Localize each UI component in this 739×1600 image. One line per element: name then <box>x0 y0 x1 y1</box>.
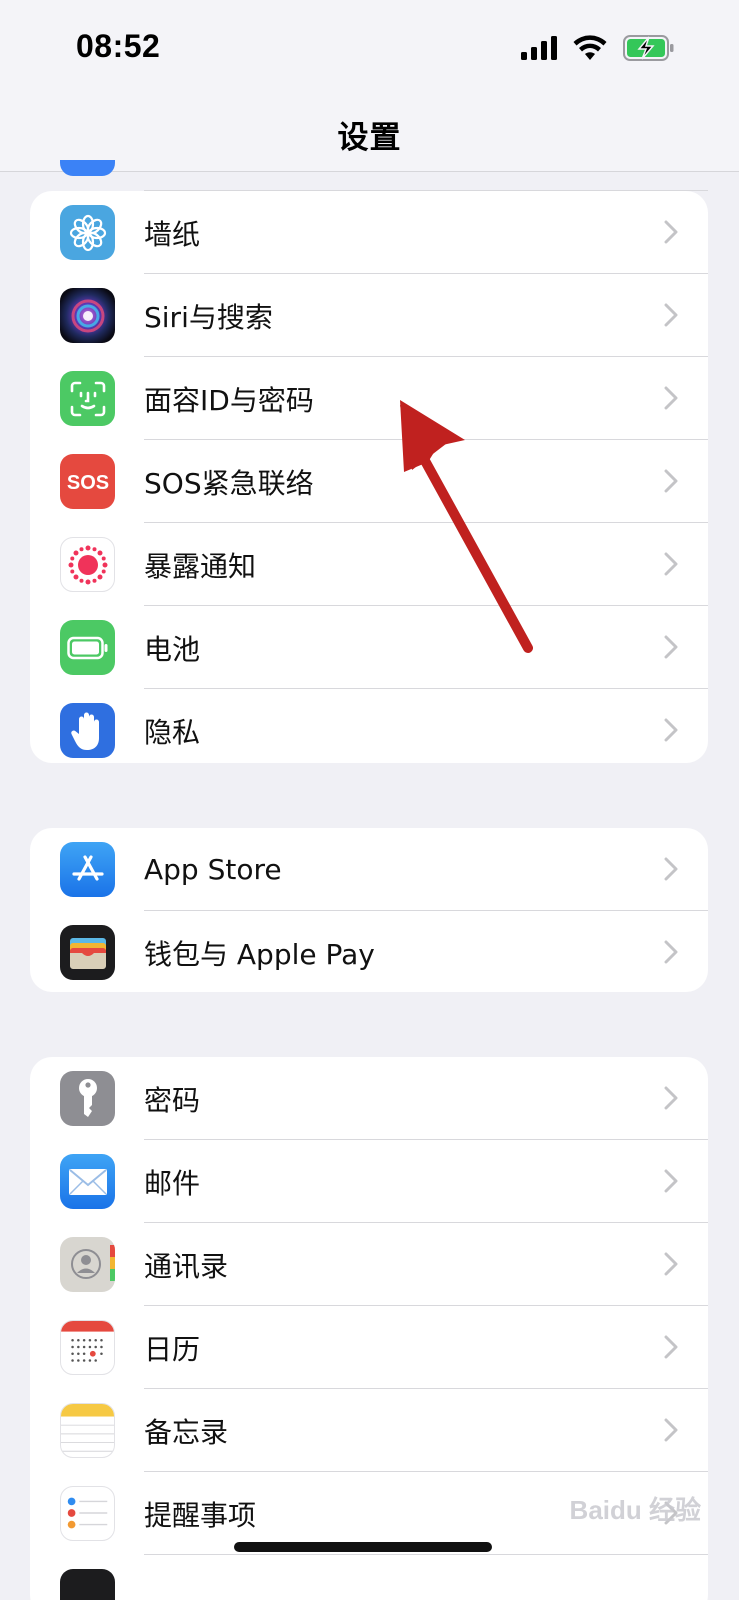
settings-row-label: Siri与搜索 <box>144 300 273 334</box>
settings-row-exposure-notifications[interactable]: 暴露通知 <box>30 523 708 606</box>
home-indicator[interactable] <box>234 1542 492 1552</box>
mail-icon <box>60 1154 115 1209</box>
chevron-right-icon <box>664 469 678 493</box>
chevron-right-icon <box>664 635 678 659</box>
settings-row-notes[interactable]: 备忘录 <box>30 1389 708 1472</box>
chevron-right-icon <box>664 1335 678 1359</box>
siri-icon <box>60 288 115 343</box>
reminders-icon <box>60 1486 115 1541</box>
settings-row-calendar[interactable]: 日历 <box>30 1306 708 1389</box>
contacts-icon <box>60 1237 115 1292</box>
app-store-icon <box>60 842 115 897</box>
chevron-right-icon <box>664 1086 678 1110</box>
battery-charging-icon <box>623 35 674 61</box>
notes-icon <box>60 1403 115 1458</box>
settings-row-wallpaper[interactable]: 墙纸 <box>30 191 708 274</box>
settings-row-label: 邮件 <box>144 1166 201 1200</box>
chevron-right-icon <box>664 386 678 410</box>
settings-row-siri[interactable]: Siri与搜索 <box>30 274 708 357</box>
svg-text:SOS: SOS <box>66 472 108 494</box>
calendar-icon <box>60 1320 115 1375</box>
settings-row-wallet[interactable]: 钱包与 Apple Pay <box>30 911 708 992</box>
page-title: 设置 <box>337 120 402 156</box>
settings-row-emergency-sos[interactable]: SOS SOS紧急联络 <box>30 440 708 523</box>
settings-row-label: 通讯录 <box>144 1249 229 1283</box>
settings-row-contacts[interactable]: 通讯录 <box>30 1223 708 1306</box>
settings-row-label: 面容ID与密码 <box>144 383 314 417</box>
partial-row-icon <box>60 160 115 176</box>
privacy-hand-icon <box>60 703 115 758</box>
chevron-right-icon <box>664 857 678 881</box>
chevron-right-icon <box>664 1169 678 1193</box>
key-icon <box>60 1071 115 1126</box>
chevron-right-icon <box>664 718 678 742</box>
chevron-right-icon <box>664 303 678 327</box>
chevron-right-icon <box>664 552 678 576</box>
chevron-right-icon <box>664 940 678 964</box>
settings-row-label: 日历 <box>144 1332 201 1366</box>
chevron-right-icon <box>664 1252 678 1276</box>
face-id-icon <box>60 371 115 426</box>
status-bar: 08:52 <box>0 0 739 100</box>
settings-row-face-id[interactable]: 面容ID与密码 <box>30 357 708 440</box>
cellular-signal-icon <box>521 36 557 60</box>
settings-row-label: App Store <box>144 853 282 886</box>
settings-row-label: 暴露通知 <box>144 549 257 583</box>
battery-icon <box>60 620 115 675</box>
settings-row-label: 墙纸 <box>144 217 201 251</box>
sos-icon: SOS <box>60 454 115 509</box>
partial-app-icon <box>60 1569 115 1600</box>
settings-row-label: 备忘录 <box>144 1415 229 1449</box>
wallet-icon <box>60 925 115 980</box>
settings-row-partial[interactable] <box>30 1555 708 1600</box>
settings-group-1: 墙纸 Siri与搜索 面容ID与密码 SOS SOS紧急联络 暴露通知 电池 隐… <box>30 191 708 763</box>
settings-row-passwords[interactable]: 密码 <box>30 1057 708 1140</box>
settings-row-label: 电池 <box>144 632 201 666</box>
settings-row-label: 钱包与 Apple Pay <box>144 937 375 971</box>
wifi-icon <box>573 35 607 60</box>
settings-row-battery[interactable]: 电池 <box>30 606 708 689</box>
settings-row-label: 隐私 <box>144 715 201 749</box>
settings-row-label: SOS紧急联络 <box>144 466 314 500</box>
settings-row-app-store[interactable]: App Store <box>30 828 708 911</box>
status-icons <box>521 34 675 62</box>
settings-row-label: 密码 <box>144 1083 201 1117</box>
exposure-notification-icon <box>60 537 115 592</box>
settings-group-2: App Store 钱包与 Apple Pay <box>30 828 708 992</box>
settings-row-privacy[interactable]: 隐私 <box>30 689 708 763</box>
watermark: Baidu 经验 <box>569 1495 701 1525</box>
chevron-right-icon <box>664 1418 678 1442</box>
status-time: 08:52 <box>76 28 161 64</box>
settings-row-label: 提醒事项 <box>144 1498 257 1532</box>
chevron-right-icon <box>664 220 678 244</box>
wallpaper-icon <box>60 205 115 260</box>
settings-row-mail[interactable]: 邮件 <box>30 1140 708 1223</box>
